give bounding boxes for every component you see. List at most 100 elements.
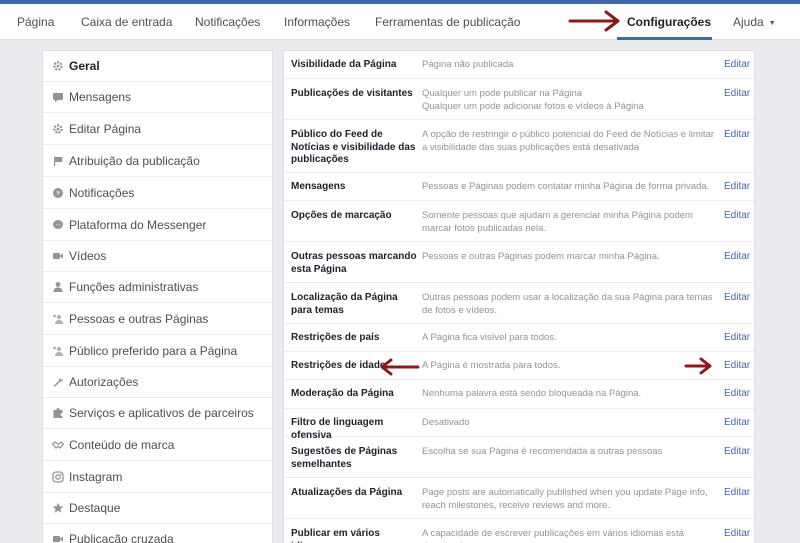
- settings-row: Outras pessoas marcando esta Página Pesso…: [284, 242, 754, 283]
- nav-tab-pagina[interactable]: Página: [17, 4, 54, 40]
- annotation-arrow-right-icon: [568, 10, 620, 32]
- setting-title: Publicações de visitantes: [291, 88, 413, 99]
- settings-row: Filtro de linguagem ofensiva Desativado Ed…: [284, 409, 754, 441]
- setting-description: A capacidade de escrever publicações em …: [422, 528, 684, 543]
- setting-description: Escolha se sua Página é recomendada a ou…: [422, 446, 663, 457]
- edit-link[interactable]: Editar: [724, 332, 750, 345]
- sidebar-item-5[interactable]: Plataforma do Messenger: [43, 210, 272, 241]
- gear-icon: [52, 60, 64, 72]
- puzzle-icon: [52, 407, 64, 419]
- sidebar-item-7[interactable]: Funções administrativas: [43, 272, 272, 303]
- sidebar-item-label: Destaque: [69, 501, 121, 515]
- sidebar-item-label: Conteúdo de marca: [69, 438, 175, 452]
- flag-icon: [52, 155, 64, 167]
- gear-icon: [52, 123, 64, 135]
- wrench-icon: [52, 376, 64, 388]
- sidebar-item-11[interactable]: Serviços e aplicativos de parceiros: [43, 398, 272, 429]
- edit-link[interactable]: Editar: [724, 487, 750, 500]
- sidebar-item-label: Atribuição da publicação: [69, 154, 200, 168]
- sidebar-item-label: Notificações: [69, 186, 135, 200]
- sidebar-item-label: Funções administrativas: [69, 280, 199, 294]
- edit-link[interactable]: Editar: [724, 88, 750, 101]
- nav-tab-configuracoes[interactable]: Configurações: [627, 4, 711, 40]
- settings-row: Publicar em vários idiomas A capacidade d…: [284, 519, 754, 543]
- settings-row: Moderação da Página Nenhuma palavra está …: [284, 380, 754, 409]
- setting-description: Outras pessoas podem usar a localização …: [422, 292, 713, 316]
- edit-link[interactable]: Editar: [724, 129, 750, 142]
- settings-sidebar: Geral Mensagens Editar Página Atribuição da…: [42, 50, 273, 543]
- setting-title: Moderação da Página: [291, 388, 394, 399]
- sidebar-item-13[interactable]: Instagram: [43, 462, 272, 493]
- sidebar-item-14[interactable]: Destaque: [43, 493, 272, 524]
- settings-row: Mensagens Pessoas e Páginas podem contata…: [284, 173, 754, 201]
- active-tab-underline: [617, 37, 712, 40]
- sidebar-item-2[interactable]: Editar Página: [43, 114, 272, 145]
- message-icon: [52, 91, 64, 103]
- nav-tab-caixa-de-entrada[interactable]: Caixa de entrada: [81, 4, 172, 40]
- setting-description: Page posts are automatically published w…: [422, 487, 708, 511]
- sidebar-item-10[interactable]: Autorizações: [43, 367, 272, 398]
- sidebar-item-3[interactable]: Atribuição da publicação: [43, 146, 272, 177]
- person-star-icon: [52, 345, 64, 357]
- settings-row: Público do Feed de Notícias e visibilida…: [284, 120, 754, 173]
- sidebar-item-label: Pessoas e outras Páginas: [69, 312, 209, 326]
- edit-link[interactable]: Editar: [724, 388, 750, 401]
- edit-link[interactable]: Editar: [724, 528, 750, 541]
- nav-help-dropdown[interactable]: Ajuda ▼: [733, 4, 776, 40]
- sidebar-item-label: Mensagens: [69, 90, 132, 104]
- setting-description: Pessoas e outras Páginas podem marcar mi…: [422, 251, 660, 262]
- edit-link[interactable]: Editar: [724, 251, 750, 264]
- nav-tab-ferramentas[interactable]: Ferramentas de publicação: [375, 4, 520, 40]
- setting-description: A opção de restringir o público potencia…: [422, 129, 715, 153]
- edit-link[interactable]: Editar: [724, 292, 750, 305]
- edit-link[interactable]: Editar: [724, 360, 750, 373]
- setting-title: Publicar em vários idiomas: [291, 528, 380, 543]
- settings-row: Restrições de país A Página fica visível …: [284, 324, 754, 352]
- star-icon: [52, 502, 64, 514]
- edit-link[interactable]: Editar: [724, 446, 750, 459]
- sidebar-item-15[interactable]: Publicação cruzada: [43, 524, 272, 543]
- setting-description: A Página fica visível para todos.: [422, 332, 557, 343]
- sidebar-item-label: Editar Página: [69, 122, 142, 136]
- sidebar-item-12[interactable]: Conteúdo de marca: [43, 430, 272, 461]
- edit-link[interactable]: Editar: [724, 181, 750, 194]
- setting-title: Sugestões de Páginas semelhantes: [291, 446, 398, 470]
- settings-row: Publicações de visitantes Qualquer um pod…: [284, 79, 754, 120]
- edit-link[interactable]: Editar: [724, 210, 750, 223]
- instagram-icon: [52, 471, 64, 483]
- sidebar-item-8[interactable]: Pessoas e outras Páginas: [43, 304, 272, 335]
- settings-row: Atualizações da Página Page posts are aut…: [284, 478, 754, 519]
- setting-description: Nenhuma palavra está sendo bloqueada na …: [422, 388, 642, 399]
- sidebar-item-label: Plataforma do Messenger: [69, 218, 207, 232]
- settings-panel: Visibilidade da Página Página não publica…: [283, 50, 755, 543]
- sidebar-item-4[interactable]: Notificações: [43, 178, 272, 209]
- annotation-arrow-left-icon: [380, 358, 420, 376]
- handshake-icon: [52, 439, 64, 451]
- annotation-arrow-right-icon: [684, 357, 712, 375]
- setting-description: Página não publicada: [422, 59, 514, 70]
- setting-description: Qualquer um pode publicar na Página Qual…: [422, 88, 644, 112]
- person-star-icon: [52, 313, 64, 325]
- nav-tab-informacoes[interactable]: Informações: [284, 4, 350, 40]
- sidebar-item-0[interactable]: Geral: [43, 51, 272, 82]
- setting-title: Atualizações da Página: [291, 487, 403, 498]
- settings-row: Visibilidade da Página Página não publica…: [284, 51, 754, 79]
- sidebar-item-6[interactable]: Vídeos: [43, 241, 272, 272]
- globe-icon: [52, 187, 64, 199]
- sidebar-item-label: Instagram: [69, 470, 123, 484]
- sidebar-item-label: Geral: [69, 59, 100, 73]
- caret-down-icon: ▼: [768, 20, 776, 27]
- setting-description: Pessoas e Páginas podem contatar minha P…: [422, 181, 710, 192]
- setting-title: Mensagens: [291, 181, 346, 192]
- edit-link[interactable]: Editar: [724, 59, 750, 72]
- sidebar-item-label: Vídeos: [69, 249, 107, 263]
- person-icon: [52, 281, 64, 293]
- sidebar-item-label: Público preferido para a Página: [69, 344, 238, 358]
- sidebar-item-9[interactable]: Público preferido para a Página: [43, 336, 272, 367]
- sidebar-item-1[interactable]: Mensagens: [43, 82, 272, 113]
- setting-title: Restrições de país: [291, 332, 380, 343]
- nav-tab-notificacoes[interactable]: Notificações: [195, 4, 260, 40]
- setting-description: Somente pessoas que ajudam a gerenciar m…: [422, 210, 693, 234]
- edit-link[interactable]: Editar: [724, 417, 750, 430]
- setting-title: Opções de marcação: [291, 210, 392, 221]
